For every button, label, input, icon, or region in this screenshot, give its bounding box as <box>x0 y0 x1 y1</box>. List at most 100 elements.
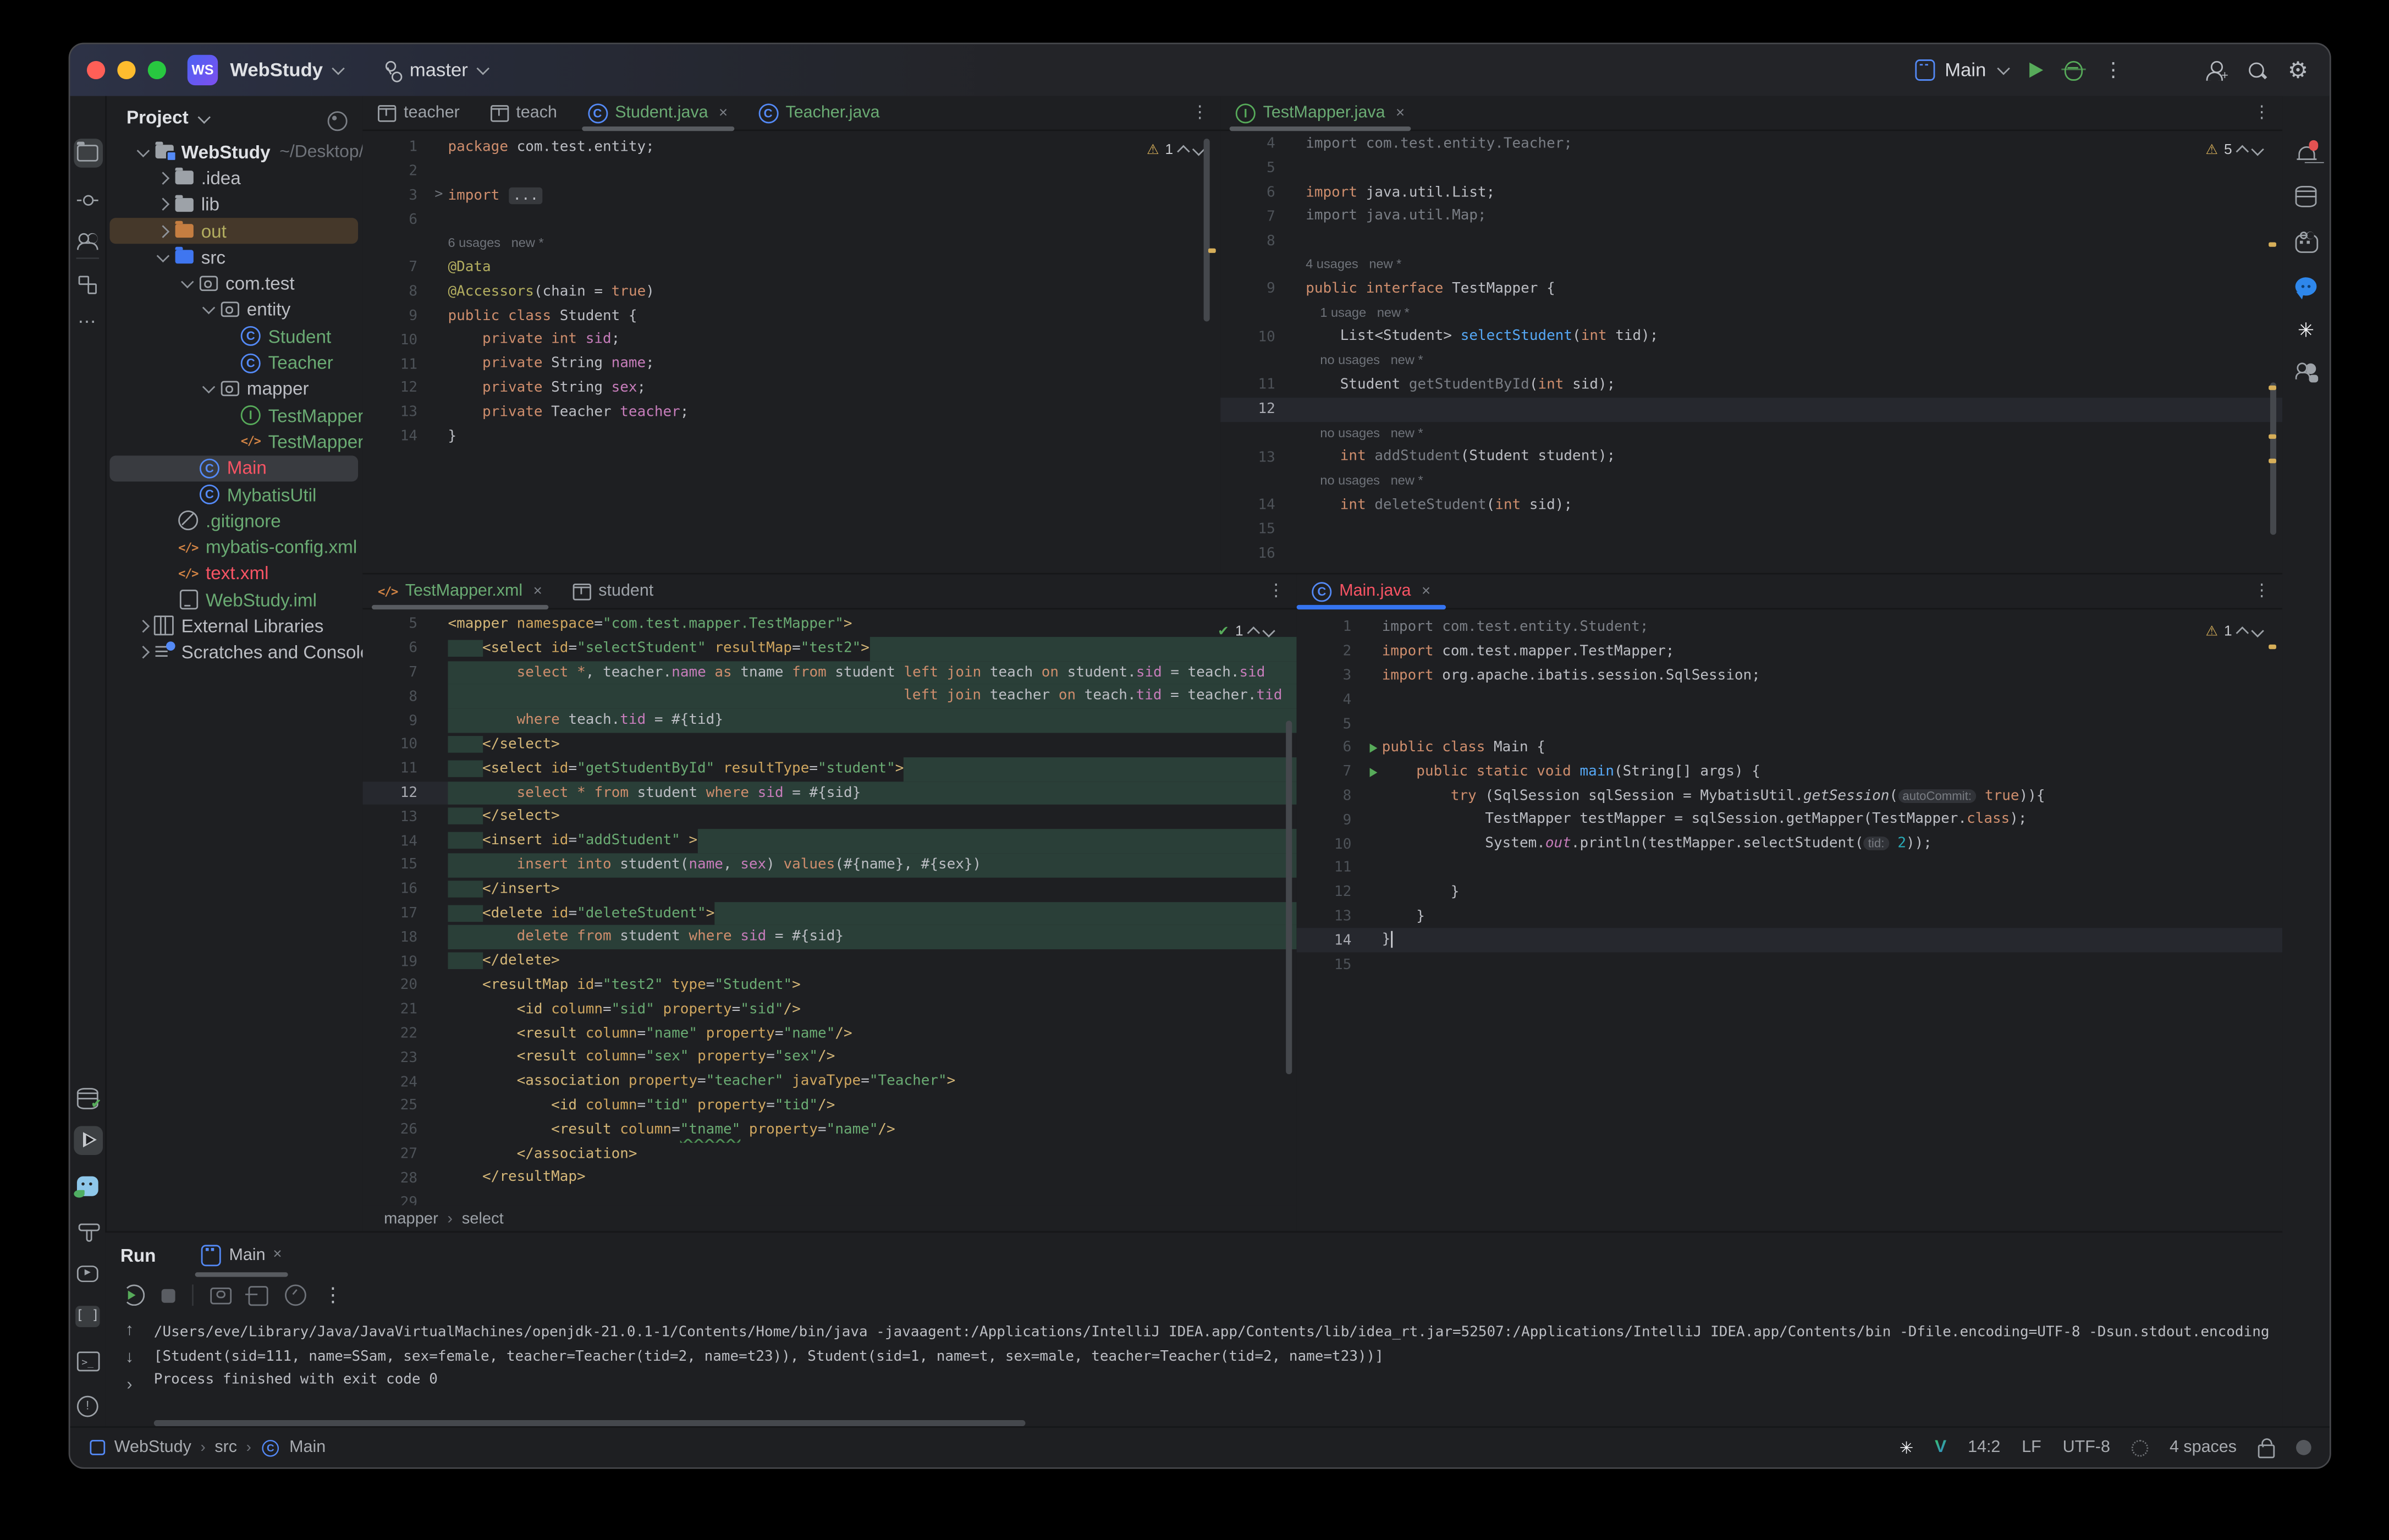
notifications-button[interactable] <box>2292 139 2321 168</box>
tree-item-main[interactable]: C Main <box>109 455 359 482</box>
tab-testmapper-xml[interactable]: </> TestMapper.xml × <box>362 574 557 610</box>
editor-pane-testmapper-java[interactable]: I TestMapper.java × ⋮ 4 import com.test.ent… <box>1220 96 2283 575</box>
database-tool-button[interactable]: ✔ <box>73 1084 102 1113</box>
debug-button[interactable] <box>2061 60 2085 80</box>
stop-button[interactable] <box>161 1288 175 1302</box>
editor-options-button[interactable]: ⋮ <box>2253 581 2270 600</box>
tree-item-out[interactable]: out <box>109 217 359 244</box>
breadcrumbs[interactable]: mapper › select <box>362 1205 1297 1231</box>
chat-plugin-button[interactable] <box>2292 271 2321 300</box>
close-icon[interactable]: × <box>533 583 542 600</box>
status-crumb-src[interactable]: src <box>214 1438 237 1456</box>
editor-pane-main-java[interactable]: C Main.java × ⋮ 1 import com.test.entity.St… <box>1296 574 2283 1231</box>
chevron-down-icon[interactable] <box>202 381 216 394</box>
tab-teacher-java[interactable]: C Teacher.java <box>743 96 895 130</box>
tab-main-java[interactable]: C Main.java × <box>1296 574 1446 610</box>
tab-teach[interactable]: teach <box>475 96 573 130</box>
tab-student-java[interactable]: C Student.java × <box>573 96 743 131</box>
snapshot-button[interactable] <box>210 1286 232 1304</box>
chevron-right-icon[interactable] <box>136 619 150 633</box>
tree-item-src[interactable]: src <box>109 244 358 271</box>
run-gutter-icon[interactable] <box>1369 743 1377 753</box>
project-switcher[interactable]: WebStudy <box>230 59 323 81</box>
breadcrumb-select[interactable]: select <box>462 1209 504 1227</box>
tree-item-webstudy-iml[interactable]: WebStudy.iml <box>109 587 358 613</box>
code-area[interactable]: 1 package com.test.entity; 2 3 > import ... 6 6… <box>362 129 1220 573</box>
tree-item-mybatisutil[interactable]: C MybatisUtil <box>109 481 358 508</box>
run-button[interactable] <box>2028 62 2043 78</box>
caret-position[interactable]: 14:2 <box>1968 1438 2000 1456</box>
code-area[interactable]: 5 <mapper namespace="com.test.mapper.Test… <box>362 608 1297 1205</box>
services-tool-button[interactable] <box>73 1258 102 1288</box>
close-window-button[interactable] <box>86 61 106 80</box>
line-ending[interactable]: LF <box>2022 1438 2041 1456</box>
tree-item-webstudy[interactable]: WebStudy ~/Desktop/CS/Jav <box>109 139 420 165</box>
close-icon[interactable]: × <box>1422 583 1430 600</box>
status-crumb-webstudy[interactable]: WebStudy <box>114 1438 191 1456</box>
minimize-window-button[interactable] <box>117 61 136 80</box>
unlock-icon[interactable] <box>2258 1443 2275 1458</box>
project-panel-title[interactable]: Project <box>126 107 189 128</box>
chevron-down-icon[interactable] <box>181 276 194 289</box>
tree-item-lib[interactable]: lib <box>109 191 358 218</box>
chevron-right-icon[interactable] <box>156 224 170 238</box>
chevron-right-icon[interactable] <box>136 646 150 659</box>
openai-status-icon[interactable]: ✳ <box>1900 1438 1914 1458</box>
tab-teacher[interactable]: teacher <box>362 96 475 130</box>
plugin-mascot-tool-button[interactable] <box>73 1172 102 1201</box>
tree-item-external-libraries[interactable]: External Libraries <box>109 613 358 640</box>
scroll-down-icon[interactable]: ↓ <box>125 1349 134 1367</box>
run-configuration-selector[interactable]: Main <box>1915 59 2010 81</box>
indent-setting[interactable]: 4 spaces <box>2170 1438 2237 1456</box>
inspection-widget-ok[interactable]: ✔ 1 <box>1218 623 1274 640</box>
chevron-right-icon[interactable] <box>156 172 170 185</box>
problems-tool-button[interactable]: ! <box>73 1391 102 1420</box>
database-panel-button[interactable] <box>2292 182 2321 211</box>
ai-assistant-button[interactable] <box>2292 227 2321 256</box>
fold-icon[interactable]: > <box>430 188 448 204</box>
editor-vscrollbar[interactable] <box>1286 721 1292 1075</box>
expand-icon[interactable]: › <box>126 1376 132 1394</box>
commit-tool-button[interactable] <box>73 184 102 213</box>
console-hscrollbar[interactable] <box>153 1420 1026 1427</box>
more-tools-button[interactable]: ⋯ <box>73 306 102 336</box>
chevron-down-icon[interactable] <box>136 144 150 157</box>
scroll-up-icon[interactable]: ↑ <box>125 1321 134 1339</box>
more-actions-button[interactable]: ⋮ <box>323 1283 343 1307</box>
more-actions-button[interactable]: ⋮ <box>2104 58 2123 82</box>
run-tool-button[interactable] <box>73 1126 102 1155</box>
tree-item-text-xml[interactable]: </> text.xml <box>109 560 358 587</box>
close-icon[interactable]: × <box>273 1246 282 1263</box>
editor-options-button[interactable]: ⋮ <box>1268 581 1284 600</box>
codegpt-button[interactable] <box>2292 356 2321 386</box>
tab-student[interactable]: student <box>557 574 668 608</box>
import-thread-dump-button[interactable] <box>245 1285 268 1305</box>
run-console[interactable]: /Users/eve/Library/Java/JavaVirtualMachi… <box>154 1321 2276 1414</box>
tree-item--idea[interactable]: .idea <box>109 165 358 191</box>
editor-vscrollbar[interactable] <box>1203 139 1210 322</box>
settings-button[interactable]: ⚙ <box>2288 59 2308 82</box>
profiler-button[interactable] <box>285 1284 306 1306</box>
zoom-window-button[interactable] <box>147 61 166 80</box>
editor-options-button[interactable]: ⋮ <box>2253 102 2270 122</box>
project-tool-button[interactable] <box>73 139 102 168</box>
openai-plugin-button[interactable]: ✳ <box>2292 315 2321 344</box>
tree-item-scratches-and-consoles[interactable]: Scratches and Consoles <box>109 640 379 666</box>
chevron-down-icon[interactable] <box>156 249 170 262</box>
build-tool-button[interactable] <box>73 1216 102 1245</box>
run-gutter-icon[interactable] <box>1369 767 1377 777</box>
tree-item-testmapper-xml[interactable]: </> TestMapper.xml <box>109 428 397 455</box>
inspection-widget-warn[interactable]: ⚠ 1 <box>2206 623 2263 640</box>
search-everywhere-button[interactable] <box>2247 60 2266 80</box>
tree-item-testmapper[interactable]: I TestMapper <box>109 402 364 428</box>
tree-item-com-test[interactable]: com.test <box>109 271 358 297</box>
editor-pane-testmapper-xml[interactable]: </> TestMapper.xml × student ⋮ 5 <mapper nam… <box>362 574 1298 1231</box>
close-icon[interactable]: × <box>719 105 728 121</box>
code-with-me-button[interactable]: + <box>2205 60 2228 81</box>
run-tab-main[interactable]: Main × <box>189 1233 294 1277</box>
inspection-widget-warn[interactable]: ⚠ 5 <box>2206 142 2263 158</box>
status-crumb-main[interactable]: Main <box>289 1438 326 1456</box>
chevron-right-icon[interactable] <box>156 198 170 211</box>
code-area[interactable]: 1 import com.test.entity.Student; 2 import … <box>1296 608 2283 1231</box>
tree-item--gitignore[interactable]: .gitignore <box>109 508 358 534</box>
